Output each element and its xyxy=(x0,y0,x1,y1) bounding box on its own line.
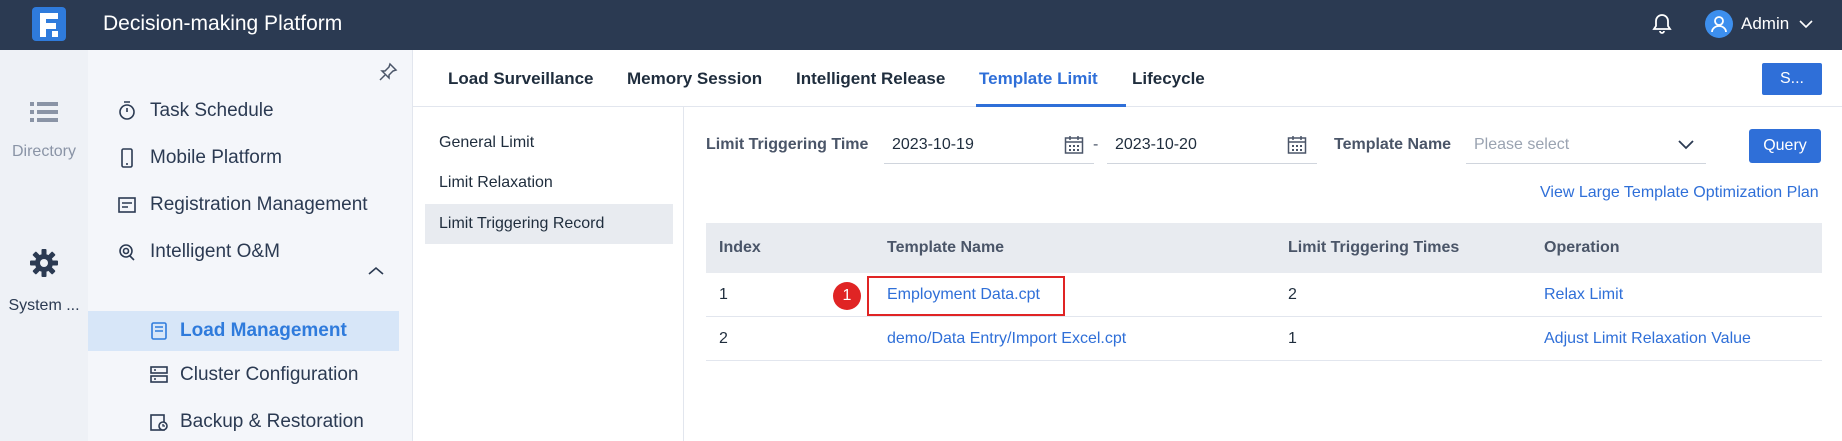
table-row: 2 demo/Data Entry/Import Excel.cpt 1 Adj… xyxy=(706,317,1822,361)
menu-item-mobile-platform[interactable]: Mobile Platform xyxy=(118,140,282,176)
platform-logo-icon[interactable] xyxy=(28,3,70,45)
menu-item-registration-management[interactable]: Registration Management xyxy=(118,187,368,223)
menu-label: Backup & Restoration xyxy=(180,411,364,432)
template-name-placeholder: Please select xyxy=(1474,136,1570,153)
submenu-limit-relaxation[interactable]: Limit Relaxation xyxy=(425,163,673,203)
tab-template-limit[interactable]: Template Limit xyxy=(979,50,1098,107)
gear-icon xyxy=(30,249,58,277)
active-tab-indicator xyxy=(976,104,1126,107)
menu-label: Load Management xyxy=(180,320,347,341)
load-icon xyxy=(151,322,167,340)
rail-label-directory: Directory xyxy=(11,143,76,160)
submenu-limit-triggering-record[interactable]: Limit Triggering Record xyxy=(425,204,673,244)
pin-icon[interactable] xyxy=(378,62,398,82)
left-rail: Directory System ... xyxy=(0,50,88,441)
table-header: Index Template Name Limit Triggering Tim… xyxy=(706,223,1822,273)
menu-label: Registration Management xyxy=(150,194,368,215)
limit-triggering-time-label: Limit Triggering Time xyxy=(706,136,869,153)
relax-limit-link[interactable]: Relax Limit xyxy=(1544,273,1623,317)
menu-subitem-backup-restoration[interactable]: Backup & Restoration xyxy=(150,404,364,440)
menu-item-intelligent-om[interactable]: Intelligent O&M xyxy=(118,234,280,270)
tab-lifecycle[interactable]: Lifecycle xyxy=(1132,50,1205,107)
start-date-value: 2023-10-19 xyxy=(892,136,974,153)
template-limit-submenu: General Limit Limit Relaxation Limit Tri… xyxy=(413,107,684,441)
cell-index: 1 xyxy=(719,286,728,303)
cell-index: 2 xyxy=(719,330,728,347)
user-icon xyxy=(1711,16,1727,33)
tab-bar: Load Surveillance Memory Session Intelli… xyxy=(413,50,1842,107)
column-header-limit-triggering-times: Limit Triggering Times xyxy=(1288,239,1460,256)
list-icon xyxy=(30,102,58,122)
calendar-icon[interactable] xyxy=(1064,135,1084,155)
avatar[interactable] xyxy=(1705,10,1733,38)
mobile-icon xyxy=(121,148,133,168)
menu-label: Mobile Platform xyxy=(150,147,282,168)
column-header-template-name: Template Name xyxy=(887,239,1005,256)
om-icon xyxy=(119,244,135,261)
calendar-icon[interactable] xyxy=(1287,135,1307,155)
submenu-general-limit[interactable]: General Limit xyxy=(425,123,673,163)
top-right-button[interactable]: S... xyxy=(1762,63,1822,95)
menu-label: Task Schedule xyxy=(150,100,274,121)
cell-times: 2 xyxy=(1288,286,1297,303)
annotation-badge: 1 xyxy=(833,282,861,310)
column-header-operation: Operation xyxy=(1544,239,1620,256)
chevron-up-icon[interactable] xyxy=(368,266,384,276)
user-name[interactable]: Admin xyxy=(1741,14,1789,34)
view-optimization-plan-link[interactable]: View Large Template Optimization Plan xyxy=(1540,184,1819,202)
rail-item-directory[interactable]: Directory xyxy=(0,100,88,161)
backup-icon xyxy=(150,414,168,431)
cell-times: 1 xyxy=(1288,330,1297,347)
tab-intelligent-release[interactable]: Intelligent Release xyxy=(796,50,945,107)
directory-menu: Task Schedule Mobile Platform Registrati… xyxy=(88,50,413,441)
timer-icon xyxy=(119,101,135,120)
rail-item-system[interactable]: System ... xyxy=(0,248,88,315)
column-header-index: Index xyxy=(719,239,761,256)
menu-label: Cluster Configuration xyxy=(180,364,359,385)
registration-icon xyxy=(118,197,136,213)
table-row: 1 1 Employment Data.cpt 2 Relax Limit xyxy=(706,273,1822,317)
limit-record-table: Index Template Name Limit Triggering Tim… xyxy=(706,223,1822,361)
template-name-select[interactable]: Please select xyxy=(1466,126,1706,164)
user-menu[interactable]: Admin xyxy=(1705,8,1813,40)
chevron-down-icon[interactable] xyxy=(1799,19,1813,29)
menu-label: Intelligent O&M xyxy=(150,241,280,262)
menu-subitem-cluster-configuration[interactable]: Cluster Configuration xyxy=(150,357,358,393)
cell-template-link[interactable]: demo/Data Entry/Import Excel.cpt xyxy=(887,317,1126,361)
query-button[interactable]: Query xyxy=(1749,129,1821,163)
tab-load-surveillance[interactable]: Load Surveillance xyxy=(448,50,594,107)
app-title: Decision-making Platform xyxy=(103,12,343,35)
rail-label-system: System ... xyxy=(8,297,80,314)
menu-subitem-load-management[interactable]: Load Management xyxy=(88,311,399,351)
date-separator: - xyxy=(1093,136,1099,153)
start-date-input[interactable]: 2023-10-19 xyxy=(884,126,1094,164)
chevron-down-icon xyxy=(1678,140,1694,150)
top-bar: Decision-making Platform Admin xyxy=(0,0,1842,50)
end-date-value: 2023-10-20 xyxy=(1115,136,1197,153)
template-name-label: Template Name xyxy=(1334,136,1452,153)
cluster-icon xyxy=(150,366,168,383)
bell-icon[interactable] xyxy=(1650,12,1674,36)
end-date-input[interactable]: 2023-10-20 xyxy=(1107,126,1317,164)
cell-template-link[interactable]: Employment Data.cpt xyxy=(887,273,1040,317)
tab-memory-session[interactable]: Memory Session xyxy=(627,50,762,107)
menu-item-task-schedule[interactable]: Task Schedule xyxy=(118,93,274,129)
adjust-limit-relaxation-link[interactable]: Adjust Limit Relaxation Value xyxy=(1544,317,1751,361)
